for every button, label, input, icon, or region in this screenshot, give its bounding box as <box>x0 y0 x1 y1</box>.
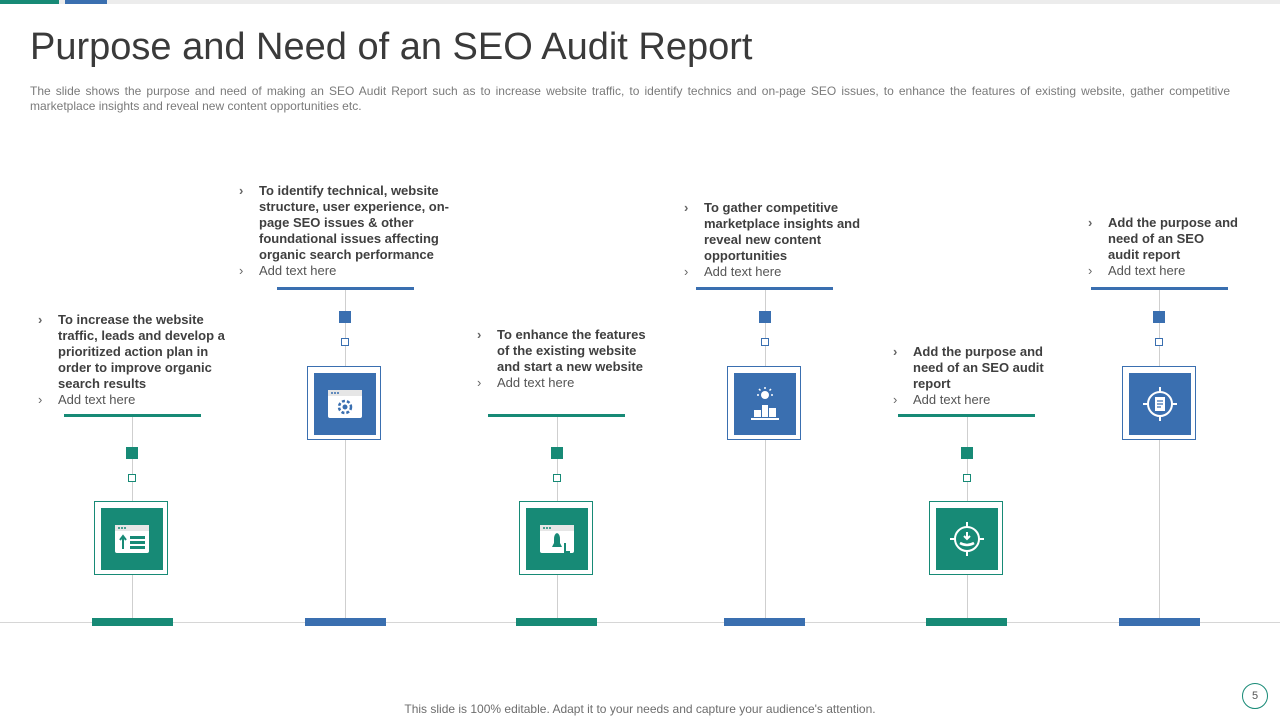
step-accent-line <box>64 414 201 417</box>
step-marker <box>551 447 563 459</box>
step-heading: › Add the purpose and need of an SEO audi… <box>1088 215 1238 262</box>
step-base-bar <box>516 618 597 626</box>
browser-gear-icon <box>328 390 362 418</box>
step-text: › To gather competitive marketplace insig… <box>684 200 864 280</box>
step-marker-small <box>341 338 349 346</box>
step-icon-frame <box>1122 366 1196 440</box>
top-accent-track <box>0 0 1280 4</box>
step-accent-line <box>696 287 833 290</box>
target-hand-icon <box>950 522 984 556</box>
page-subtitle: The slide shows the purpose and need of … <box>30 84 1230 113</box>
step-accent-line <box>488 414 625 417</box>
step-heading: › To enhance the features of the existing… <box>477 327 646 374</box>
step-base-bar <box>1119 618 1200 626</box>
step-heading: › To gather competitive marketplace insig… <box>684 200 861 263</box>
step-marker-small <box>553 474 561 482</box>
top-accent-green <box>0 0 59 4</box>
step-marker <box>1153 311 1165 323</box>
page-number: 5 <box>1242 683 1268 709</box>
step-subtext: › Add text here <box>477 375 575 390</box>
browser-upload-list-icon <box>115 525 149 553</box>
step-base-bar <box>724 618 805 626</box>
step-text: › Add the purpose and need of an SEO audi… <box>1088 215 1238 279</box>
step-icon-frame <box>519 501 593 575</box>
browser-rocket-icon <box>540 525 574 553</box>
step-marker-small <box>128 474 136 482</box>
step-subtext: › Add text here <box>684 264 782 279</box>
step-subtext: › Add text here <box>239 263 337 278</box>
step-marker <box>126 447 138 459</box>
step-marker <box>759 311 771 323</box>
step-accent-line <box>898 414 1035 417</box>
step-heading: › To increase the website traffic, leads … <box>38 312 225 391</box>
step-heading: › Add the purpose and need of an SEO audi… <box>893 344 1044 391</box>
step-base-bar <box>92 618 173 626</box>
step-text: › To identify technical, website structur… <box>239 183 454 279</box>
page-title: Purpose and Need of an SEO Audit Report <box>30 26 753 68</box>
step-marker-small <box>963 474 971 482</box>
step-icon-frame <box>929 501 1003 575</box>
step-marker <box>339 311 351 323</box>
step-marker <box>961 447 973 459</box>
podium-idea-icon <box>751 387 779 420</box>
step-text: › To increase the website traffic, leads … <box>38 312 228 408</box>
step-text: › To enhance the features of the existing… <box>477 327 647 391</box>
step-marker-small <box>761 338 769 346</box>
step-subtext: › Add text here <box>1088 263 1186 278</box>
top-accent-blue <box>65 0 107 4</box>
step-accent-line <box>277 287 414 290</box>
step-base-bar <box>305 618 386 626</box>
target-report-icon <box>1143 387 1177 421</box>
step-text: › Add the purpose and need of an SEO audi… <box>893 344 1073 408</box>
step-icon-frame <box>307 366 381 440</box>
step-subtext: › Add text here <box>38 392 136 407</box>
step-base-bar <box>926 618 1007 626</box>
footer-note: This slide is 100% editable. Adapt it to… <box>404 702 876 716</box>
step-icon-frame <box>727 366 801 440</box>
step-marker-small <box>1155 338 1163 346</box>
step-icon-frame <box>94 501 168 575</box>
step-subtext: › Add text here <box>893 392 991 407</box>
step-heading: › To identify technical, website structur… <box>239 183 450 262</box>
timeline-baseline <box>0 622 1280 623</box>
step-accent-line <box>1091 287 1228 290</box>
